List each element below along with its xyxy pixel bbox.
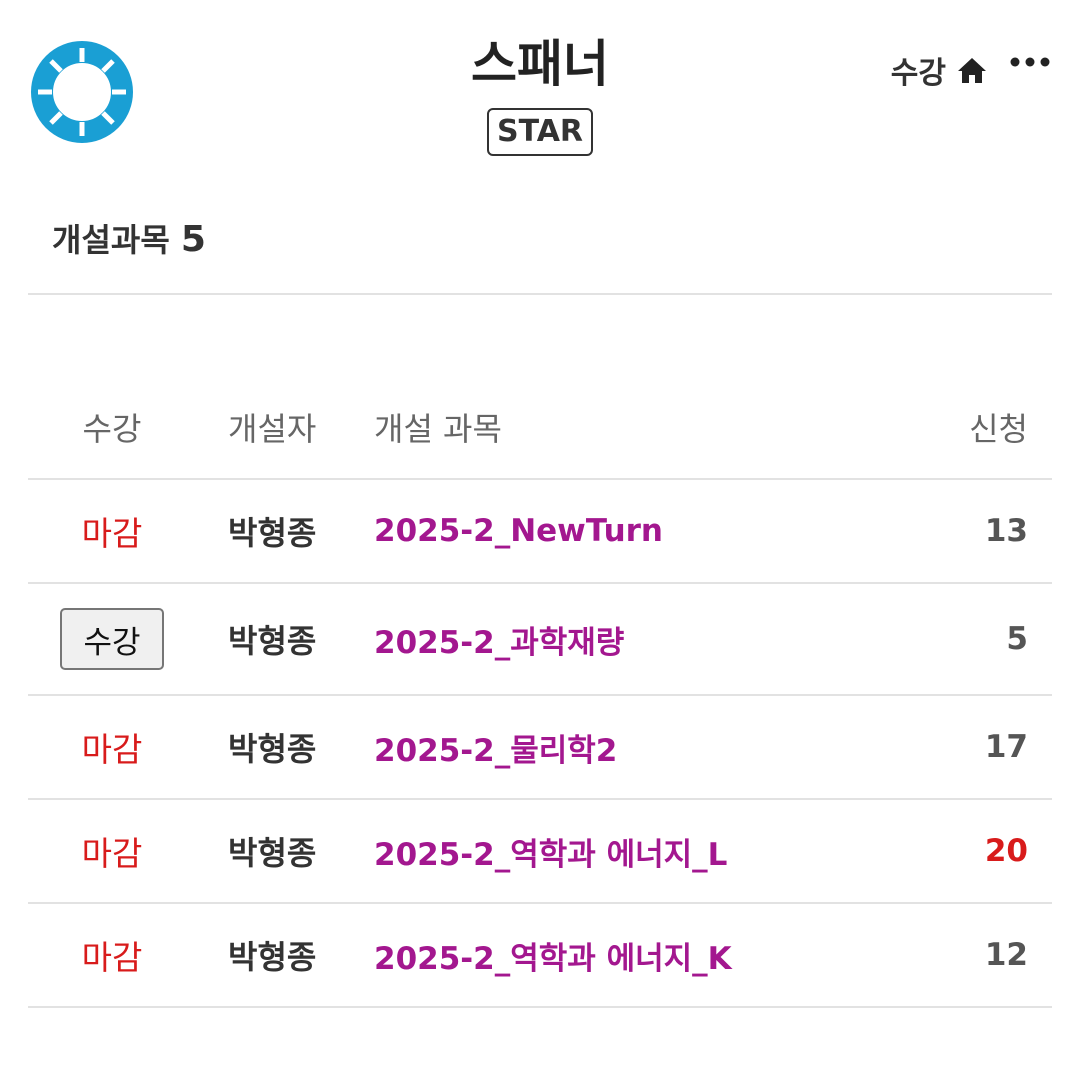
author-name: 박형종 bbox=[228, 514, 317, 552]
course-cell: 2025-2_NewTurn bbox=[374, 480, 934, 582]
more-icon[interactable] bbox=[1010, 56, 1050, 68]
course-cell: 2025-2_역학과 에너지_L bbox=[374, 800, 934, 902]
course-link[interactable]: 2025-2_물리학2 bbox=[374, 725, 617, 770]
course-cell: 2025-2_물리학2 bbox=[374, 696, 934, 798]
section-title: 개설과목 5 bbox=[52, 216, 206, 264]
section-count: 5 bbox=[180, 219, 206, 260]
course-link[interactable]: 2025-2_역학과 에너지_L bbox=[374, 829, 727, 874]
section-divider bbox=[28, 293, 1052, 295]
course-table: 수강 개설자 개설 과목 신청 마감 박형종 2025-2_NewTurn 13… bbox=[28, 376, 1052, 1008]
author-name: 박형종 bbox=[228, 730, 317, 768]
applicant-count: 13 bbox=[984, 513, 1028, 549]
table-header-row: 수강 개설자 개설 과목 신청 bbox=[28, 376, 1052, 480]
app-header: 스패너 STAR 수강 bbox=[0, 0, 1080, 170]
column-header-course: 개설 과목 bbox=[374, 410, 502, 448]
author-cell: 박형종 bbox=[228, 800, 368, 902]
applicant-count: 17 bbox=[984, 729, 1028, 765]
status-closed-label: 마감 bbox=[81, 938, 143, 977]
table-row: 마감 박형종 2025-2_물리학2 17 bbox=[28, 696, 1052, 800]
author-name: 박형종 bbox=[228, 622, 317, 660]
home-icon[interactable] bbox=[956, 54, 988, 86]
star-badge: STAR bbox=[487, 108, 593, 156]
status-cell: 마감 bbox=[28, 904, 196, 1006]
table-row: 마감 박형종 2025-2_역학과 에너지_L 20 bbox=[28, 800, 1052, 904]
enroll-link[interactable]: 수강 bbox=[891, 48, 946, 92]
count-cell: 5 bbox=[908, 584, 1028, 694]
author-name: 박형종 bbox=[228, 834, 317, 872]
status-closed-label: 마감 bbox=[81, 514, 143, 553]
column-header-enroll: 수강 bbox=[82, 410, 142, 448]
course-link[interactable]: 2025-2_역학과 에너지_K bbox=[374, 933, 732, 978]
course-cell: 2025-2_과학재량 bbox=[374, 584, 934, 694]
status-cell: 마감 bbox=[28, 800, 196, 902]
status-closed-label: 마감 bbox=[81, 730, 143, 769]
header-actions: 수강 bbox=[891, 48, 1050, 92]
author-name: 박형종 bbox=[228, 938, 317, 976]
count-cell: 12 bbox=[908, 904, 1028, 1006]
status-closed-label: 마감 bbox=[81, 834, 143, 873]
course-link[interactable]: 2025-2_NewTurn bbox=[374, 513, 663, 549]
author-cell: 박형종 bbox=[228, 696, 368, 798]
status-cell: 마감 bbox=[28, 480, 196, 582]
course-link[interactable]: 2025-2_과학재량 bbox=[374, 617, 624, 662]
status-cell: 마감 bbox=[28, 696, 196, 798]
author-cell: 박형종 bbox=[228, 584, 368, 694]
author-cell: 박형종 bbox=[228, 480, 368, 582]
status-cell: 수강 bbox=[28, 584, 196, 694]
column-header-author: 개설자 bbox=[228, 410, 317, 448]
author-cell: 박형종 bbox=[228, 904, 368, 1006]
count-cell: 20 bbox=[908, 800, 1028, 902]
table-row: 마감 박형종 2025-2_NewTurn 13 bbox=[28, 480, 1052, 584]
enroll-button[interactable]: 수강 bbox=[60, 608, 164, 670]
section-label: 개설과목 bbox=[52, 221, 170, 259]
applicant-count: 5 bbox=[1006, 621, 1028, 657]
applicant-count-full: 20 bbox=[984, 833, 1028, 869]
column-header-applicants: 신청 bbox=[969, 410, 1028, 448]
table-row: 수강 박형종 2025-2_과학재량 5 bbox=[28, 584, 1052, 696]
course-cell: 2025-2_역학과 에너지_K bbox=[374, 904, 934, 1006]
count-cell: 13 bbox=[908, 480, 1028, 582]
applicant-count: 12 bbox=[984, 937, 1028, 973]
table-row: 마감 박형종 2025-2_역학과 에너지_K 12 bbox=[28, 904, 1052, 1008]
count-cell: 17 bbox=[908, 696, 1028, 798]
